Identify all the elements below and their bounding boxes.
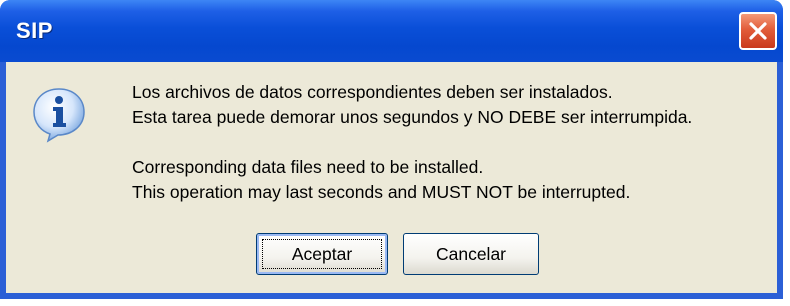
close-icon xyxy=(749,22,767,40)
cancel-button-label: Cancelar xyxy=(435,243,507,264)
info-icon xyxy=(33,88,85,143)
dialog-window: SIP Los archivos de datos correspondient… xyxy=(0,0,783,299)
window-title: SIP xyxy=(16,18,53,43)
close-button[interactable] xyxy=(739,12,777,50)
message-line-en-1: Corresponding data files need to be inst… xyxy=(132,157,484,177)
title-bar[interactable]: SIP xyxy=(0,0,783,62)
message-text: Los archivos de datos correspondientes d… xyxy=(132,80,692,205)
message-line-en-2: This operation may last seconds and MUST… xyxy=(132,182,631,202)
cancel-button[interactable]: Cancelar xyxy=(403,233,539,275)
dialog-body: Los archivos de datos correspondientes d… xyxy=(6,62,777,293)
focus-rectangle xyxy=(262,239,382,269)
accept-button[interactable]: Aceptar xyxy=(256,233,388,275)
message-line-es-1: Los archivos de datos correspondientes d… xyxy=(132,82,613,102)
message-line-es-2: Esta tarea puede demorar unos segundos y… xyxy=(132,107,693,127)
